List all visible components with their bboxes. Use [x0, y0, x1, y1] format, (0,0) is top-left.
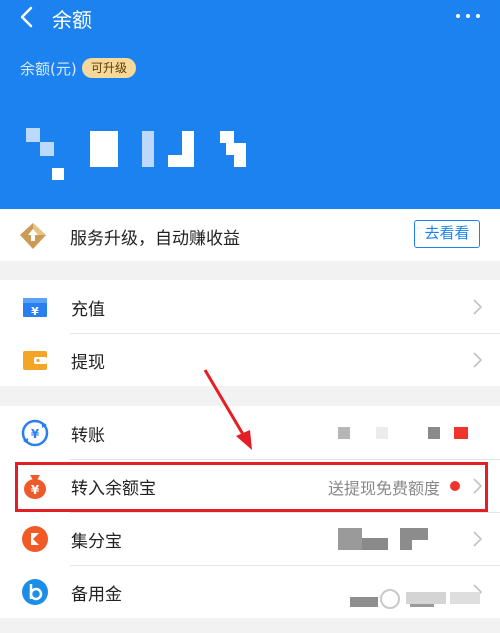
free-withdraw-quota-hint: 送提现免费额度 [327, 479, 440, 498]
back-button[interactable] [14, 4, 38, 30]
chevron-right-icon [473, 299, 482, 315]
upgrade-badge[interactable]: 可升级 [82, 58, 137, 78]
chevron-right-icon [473, 531, 482, 547]
svg-text:¥: ¥ [31, 427, 40, 441]
jifenbao-icon [22, 526, 48, 552]
fund-actions-group: ¥ 充值 提现 [0, 280, 500, 386]
recharge-label: 充值 [71, 300, 105, 320]
back-arrow-icon [20, 6, 33, 28]
more-dot-icon [466, 14, 470, 18]
transfer-icon: ¥ [21, 419, 49, 447]
recharge-icon: ¥ [23, 298, 47, 318]
withdraw-label: 提现 [71, 353, 105, 373]
jifenbao-label: 集分宝 [71, 532, 122, 552]
transfer-row[interactable]: ¥ 转账 [0, 406, 500, 459]
beiyongjin-label: 备用金 [71, 585, 122, 605]
watermark-logo [380, 589, 480, 609]
promo-banner: 服务升级，自动赚收益 去看看 [0, 209, 500, 261]
money-bag-icon: ¥ [24, 475, 46, 499]
top-bar: 余额 [0, 0, 500, 36]
recharge-row[interactable]: ¥ 充值 [0, 280, 500, 333]
chevron-right-icon [473, 478, 482, 494]
balance-header: 余额 余额(元) 可升级 [0, 0, 500, 209]
notification-dot [450, 481, 460, 491]
jifenbao-row[interactable]: 集分宝 [0, 512, 500, 565]
promo-text: 服务升级，自动赚收益 [70, 229, 240, 249]
upgrade-diamond-icon [20, 223, 46, 249]
to-yuebao-label: 转入余额宝 [71, 479, 156, 499]
svg-text:¥: ¥ [31, 483, 40, 497]
svg-text:¥: ¥ [31, 305, 39, 318]
transfer-label: 转账 [71, 426, 105, 446]
more-dot-icon [456, 14, 460, 18]
more-dot-icon [476, 14, 480, 18]
beiyongjin-icon [22, 579, 48, 605]
page-title: 余额 [52, 8, 92, 32]
balance-label: 余额(元) [20, 60, 77, 78]
withdraw-row[interactable]: 提现 [0, 333, 500, 386]
go-see-button[interactable]: 去看看 [414, 220, 480, 248]
more-options-button[interactable] [454, 6, 482, 26]
chevron-right-icon [473, 352, 482, 368]
to-yuebao-row[interactable]: ¥ 转入余额宝 送提现免费额度 [0, 459, 500, 512]
withdraw-wallet-icon [23, 351, 47, 370]
